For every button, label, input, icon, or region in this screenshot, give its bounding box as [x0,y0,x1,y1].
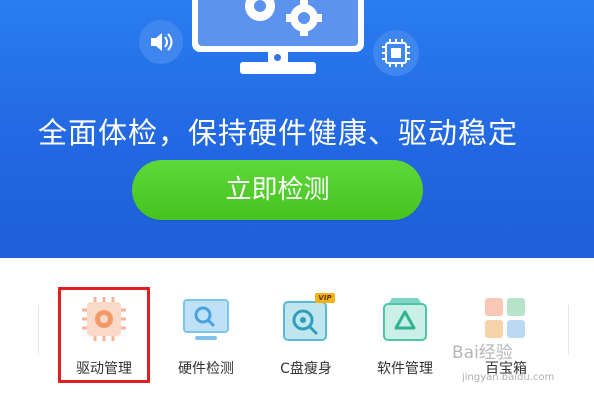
watermark: Bai经验 jingyan.baidu.com [452,338,592,398]
watermark-text: Bai经验 [452,343,513,363]
grid-apps-icon [481,294,531,344]
hero-banner: 全面体检，保持硬件健康、驱动稳定 立即检测 [0,0,594,258]
chip-bubble [373,30,419,76]
tool-software-manage[interactable]: 软件管理 [357,288,453,382]
detect-now-button[interactable]: 立即检测 [132,160,423,220]
tool-hardware-detect[interactable]: 硬件检测 [158,288,254,382]
monitor-search-icon [181,294,231,344]
tool-label: 硬件检测 [178,361,234,377]
tool-label: 软件管理 [377,361,433,377]
gears-icon [245,0,322,36]
monitor-power-dot [274,54,281,61]
chip-icon [382,39,410,67]
tool-c-drive-clean[interactable]: VIP C盘瘦身 [258,288,354,382]
speaker-bubble [139,20,183,64]
vip-badge: VIP [315,293,335,303]
software-box-icon [380,294,430,344]
speaker-icon [151,33,173,51]
tool-label: C盘瘦身 [280,361,332,377]
monitor-illustration [192,0,364,52]
hero-headline: 全面体检，保持硬件健康、驱动稳定 [37,116,518,150]
monitor-stand [240,62,316,74]
watermark-url: jingyan.baidu.com [462,372,555,383]
divider [38,305,39,355]
selection-highlight [58,287,150,383]
